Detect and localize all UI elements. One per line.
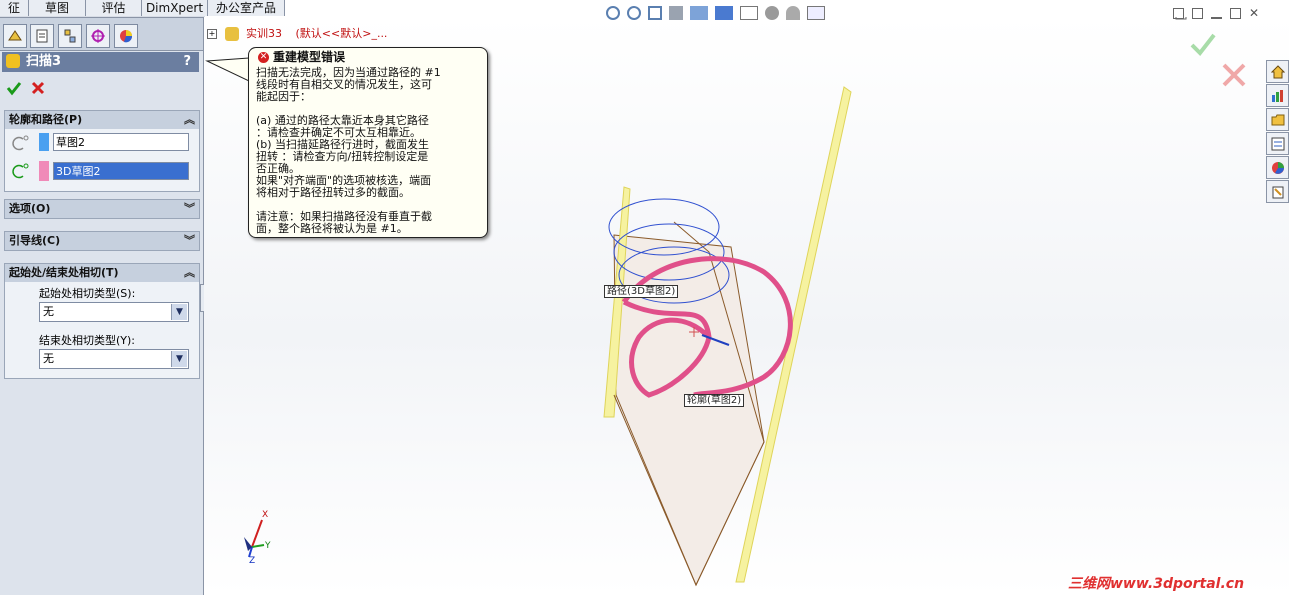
section-title: 起始处/结束处相切(T) <box>9 266 119 279</box>
tile-vertical-icon[interactable] <box>1192 8 1203 19</box>
view-orientation-icon[interactable] <box>690 6 708 20</box>
home-icon[interactable] <box>1266 60 1289 83</box>
profile-path-body: 草图2 3D草图2 <box>4 129 200 192</box>
restore-icon[interactable] <box>1230 8 1241 19</box>
chevron-down-icon[interactable]: ▼ <box>171 304 187 320</box>
apply-scene-icon[interactable] <box>786 6 800 20</box>
end-tangency-label: 结束处相切类型(Y): <box>39 334 136 347</box>
section-guide-curves[interactable]: 引导线(C) ︾ <box>4 231 200 251</box>
axis-triad-icon <box>244 519 265 558</box>
tab-sketch[interactable]: 草图 <box>29 0 86 16</box>
expand-chevron-icon[interactable]: ︾ <box>184 232 195 250</box>
left-panel: 扫描3 ? 轮廓和路径(P) ︽ 草图2 3D草图2 选项(O) ︾ 引导线(C… <box>0 18 210 595</box>
error-line: 将相对于路径扭转过多的截面。 <box>256 186 410 199</box>
axis-z-label: Z <box>249 556 256 566</box>
configuration-manager-icon[interactable] <box>58 24 82 48</box>
zoom-to-fit-icon[interactable] <box>606 6 620 20</box>
tab-dimxpert[interactable]: DimXpert <box>142 0 208 16</box>
custom-properties-icon[interactable] <box>1266 180 1289 203</box>
task-pane-tabs <box>1266 60 1289 205</box>
profile-callout[interactable]: 轮廓(草图2) <box>684 394 745 407</box>
error-line: 能起因于： <box>256 90 311 103</box>
manager-tabs <box>0 18 203 51</box>
view-palette-icon[interactable] <box>1266 132 1289 155</box>
expand-icon[interactable]: + <box>207 29 217 39</box>
section-options[interactable]: 选项(O) ︾ <box>4 199 200 219</box>
dimxpert-manager-icon[interactable] <box>86 24 110 48</box>
appearances-icon[interactable] <box>1266 156 1289 179</box>
path-color-swatch <box>39 161 49 181</box>
path-callout[interactable]: 路径(3D草图2) <box>604 285 679 298</box>
section-title: 轮廓和路径(P) <box>9 113 83 126</box>
flyout-feature-tree[interactable]: + 实训33 (默认<<默认>_... <box>207 25 387 41</box>
profile-field[interactable]: 草图2 <box>53 133 189 151</box>
end-tangency-select[interactable]: 无 ▼ <box>39 349 189 369</box>
zoom-area-icon[interactable] <box>627 6 641 20</box>
tab-office-products[interactable]: 办公室产品 <box>208 0 285 16</box>
error-icon: ✕ <box>258 52 269 63</box>
tile-icon[interactable] <box>1173 8 1184 19</box>
yellow-plane-right <box>735 86 852 583</box>
rebuild-error-balloon: ✕ 重建模型错误 扫描无法完成，因为当通过路径的 #1 线段时有自相交叉的情况发… <box>248 47 488 238</box>
ok-button[interactable] <box>6 80 22 96</box>
error-title: 重建模型错误 <box>273 50 346 64</box>
cancel-button[interactable] <box>30 80 46 96</box>
sweep-feature-icon <box>6 54 20 68</box>
watermark: 三维网www.3dportal.cn <box>1068 576 1245 592</box>
chevron-down-icon[interactable]: ▼ <box>171 351 187 367</box>
window-controls: ✕ <box>1173 7 1259 30</box>
design-library-icon[interactable] <box>1266 84 1289 107</box>
property-manager-icon[interactable] <box>30 24 54 48</box>
edit-appearance-icon[interactable] <box>765 6 779 20</box>
expand-chevron-icon[interactable]: ︾ <box>184 200 195 218</box>
path-icon <box>11 163 29 179</box>
page-title: 扫描3 <box>26 54 62 69</box>
start-tangency-value: 无 <box>43 305 54 318</box>
configuration-name: (默认<<默认>_... <box>295 27 388 40</box>
start-tangency-label: 起始处相切类型(S): <box>39 287 136 300</box>
section-profile-path[interactable]: 轮廓和路径(P) ︽ <box>4 110 200 130</box>
tangency-body: 起始处相切类型(S): 无 ▼ 结束处相切类型(Y): 无 ▼ <box>4 282 200 379</box>
axis-x-label: X <box>262 510 269 520</box>
profile-color-swatch <box>39 133 49 151</box>
tab-features[interactable]: 征 <box>0 0 29 16</box>
close-icon[interactable]: ✕ <box>1249 7 1259 30</box>
section-view-icon[interactable] <box>669 6 683 20</box>
display-manager-icon[interactable] <box>114 24 138 48</box>
start-tangency-select[interactable]: 无 ▼ <box>39 302 189 322</box>
section-title: 引导线(C) <box>9 234 61 247</box>
view-toolbar-row <box>606 6 825 24</box>
section-tangency[interactable]: 起始处/结束处相切(T) ︽ <box>4 263 200 283</box>
property-manager-header: 扫描3 ? <box>2 52 199 72</box>
axis-y-label: Y <box>265 541 271 551</box>
part-name: 实训33 <box>246 27 282 40</box>
error-line: 面，整个路径将被认为是 #1。 <box>256 222 408 235</box>
help-button[interactable]: ? <box>183 52 191 72</box>
part-icon <box>224 27 239 41</box>
profile-icon <box>11 135 29 151</box>
file-explorer-icon[interactable] <box>1266 108 1289 131</box>
minimize-icon[interactable] <box>1211 17 1222 30</box>
hide-show-icon[interactable] <box>740 6 758 20</box>
tab-evaluate[interactable]: 评估 <box>86 0 142 16</box>
collapse-chevron-icon[interactable]: ︽ <box>184 111 195 129</box>
display-style-icon[interactable] <box>715 6 733 20</box>
view-settings-icon[interactable] <box>807 6 825 20</box>
section-title: 选项(O) <box>9 202 51 215</box>
previous-view-icon[interactable] <box>648 6 662 20</box>
confirm-ok-icon[interactable] <box>1190 33 1216 57</box>
command-manager-tabs: 征 草图 评估 DimXpert 办公室产品 <box>0 0 285 18</box>
path-field[interactable]: 3D草图2 <box>53 162 189 180</box>
feature-manager-icon[interactable] <box>3 24 27 48</box>
confirm-cancel-icon[interactable] <box>1222 63 1246 87</box>
end-tangency-value: 无 <box>43 352 54 365</box>
collapse-chevron-icon[interactable]: ︽ <box>184 264 195 282</box>
